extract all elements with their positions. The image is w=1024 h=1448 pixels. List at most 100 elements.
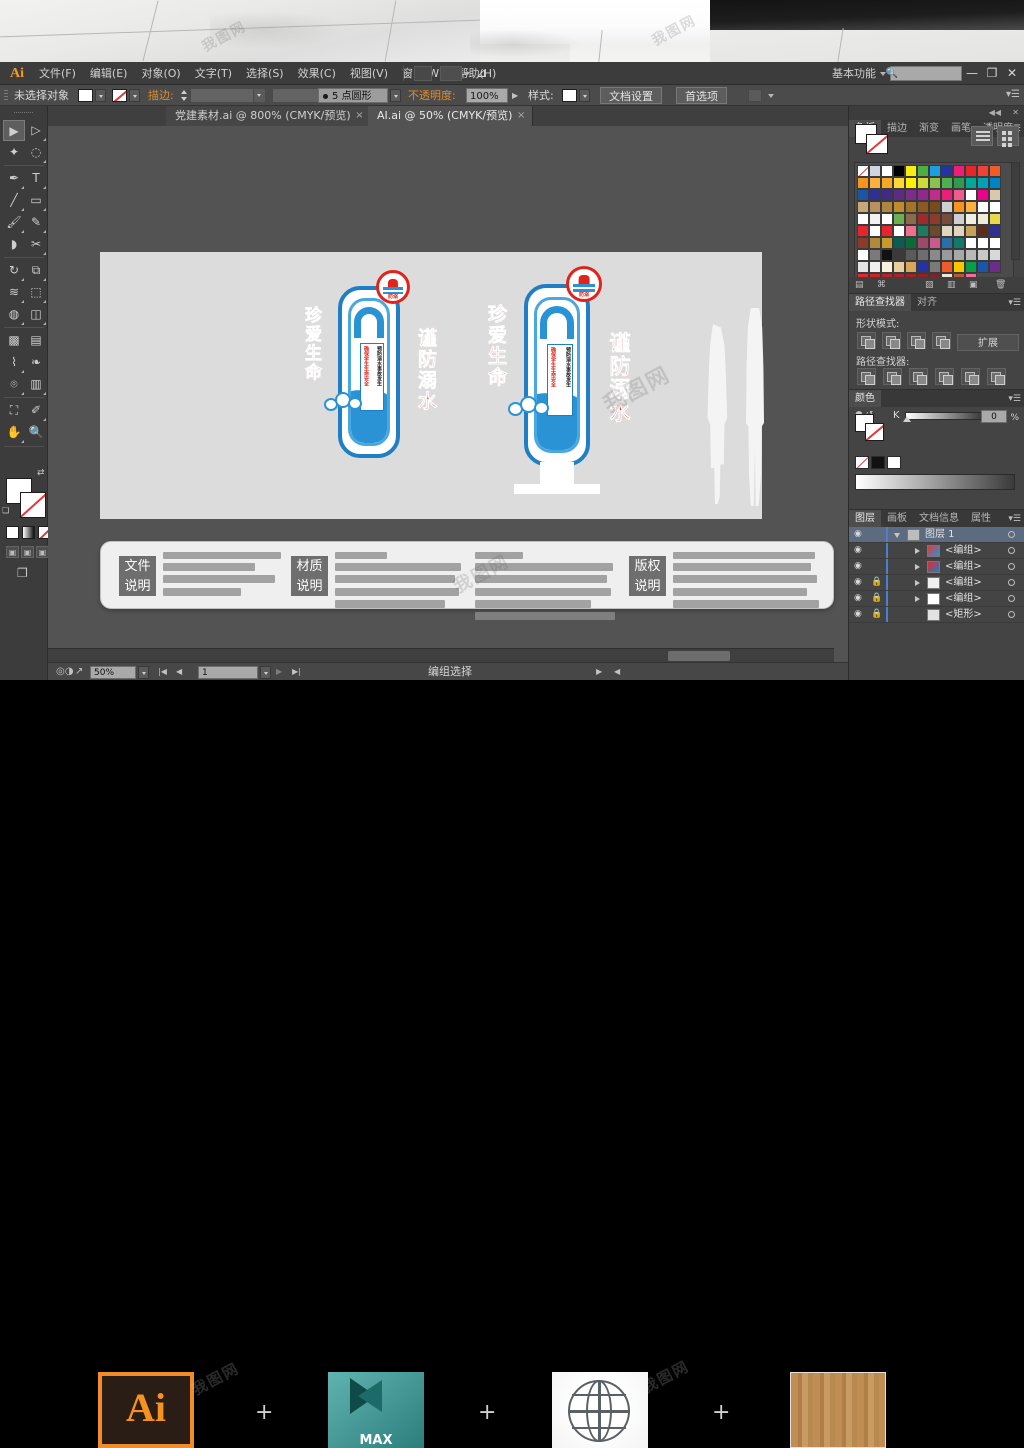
color-panel-menu-icon[interactable]: ▾☰: [1008, 394, 1021, 404]
swatch-cell[interactable]: [881, 189, 893, 201]
swatch-libraries-icon[interactable]: ▤: [855, 280, 864, 290]
swatch-cell[interactable]: [977, 177, 989, 189]
opacity-flyout-icon[interactable]: ▶: [512, 91, 518, 100]
stroke-dropdown-icon[interactable]: [129, 89, 140, 102]
layers-panel-menu-icon[interactable]: ▾☰: [1008, 514, 1021, 524]
swatch-cell[interactable]: [857, 225, 869, 237]
minus-back-button[interactable]: [987, 368, 1006, 385]
shape-builder-tool[interactable]: ◍: [3, 304, 25, 325]
trim-button[interactable]: [883, 368, 902, 385]
gradient-mode-button[interactable]: [22, 526, 35, 539]
workspace-switcher[interactable]: 基本功能: [832, 62, 876, 85]
swatch-cell[interactable]: [905, 237, 917, 249]
paintbrush-tool[interactable]: 🖌: [3, 212, 25, 233]
color-white-swatch[interactable]: [887, 456, 901, 469]
swatch-cell[interactable]: [881, 165, 893, 177]
unite-button[interactable]: [857, 332, 876, 349]
selection-tool[interactable]: ▶: [3, 120, 25, 141]
layer-visibility-icon-0[interactable]: ◉: [854, 529, 862, 539]
menu-items[interactable]: 文件(F) 编辑(E) 对象(O) 文字(T) 选择(S) 效果(C) 视图(V…: [32, 62, 503, 85]
swatch-cell[interactable]: [941, 165, 953, 177]
swatch-cell[interactable]: [857, 261, 869, 273]
layers-list[interactable]: ◉ 图层 1 ◉ <编组> ◉ <编组> ◉ 🔒 <编组> ◉ 🔒 <编组> ◉…: [849, 527, 1024, 623]
status-prev-icon[interactable]: ◀: [614, 667, 620, 676]
dock-collapse-icon[interactable]: ◀◀: [989, 108, 1001, 117]
ctrl-extra-button[interactable]: [748, 89, 762, 102]
width-warp-tool[interactable]: ≋: [3, 282, 25, 303]
artboard-dropdown-icon[interactable]: [260, 666, 271, 679]
layer-name-0[interactable]: 图层 1: [925, 527, 955, 543]
column-graph-tool[interactable]: ▥: [25, 374, 47, 395]
eraser-scissors-tool[interactable]: ✂: [25, 234, 47, 255]
zoom-level-input[interactable]: 50%: [90, 666, 136, 679]
tab-document-info[interactable]: 文档信息: [913, 510, 965, 527]
swatch-cell[interactable]: [929, 225, 941, 237]
swatch-cell[interactable]: [953, 261, 965, 273]
default-fill-stroke-icon[interactable]: ❏: [2, 506, 9, 515]
layer-name-3[interactable]: <编组>: [945, 575, 982, 591]
fill-swatch[interactable]: [78, 89, 93, 102]
menu-select[interactable]: 选择(S): [239, 62, 291, 85]
gradient-tool[interactable]: ▤: [25, 330, 47, 351]
pen-tool[interactable]: ✒: [3, 168, 25, 189]
swatch-cell[interactable]: [953, 201, 965, 213]
swatch-cell[interactable]: [917, 225, 929, 237]
swatch-cell[interactable]: [881, 237, 893, 249]
blend-tool[interactable]: ❧: [25, 352, 47, 373]
tab-layers[interactable]: 图层: [849, 510, 881, 527]
zoom-tool[interactable]: 🔍: [25, 422, 47, 443]
scale-tool[interactable]: ⧉: [25, 260, 47, 281]
toolbox-grip[interactable]: [14, 110, 34, 115]
swatch-cell[interactable]: [893, 213, 905, 225]
canvas-hscroll-thumb[interactable]: [668, 651, 730, 661]
layer-lock-icon-5[interactable]: 🔒: [871, 609, 882, 619]
tab-gradient[interactable]: 渐变: [913, 120, 945, 137]
minimize-button[interactable]: —: [962, 64, 982, 83]
document-tab-1-close-icon[interactable]: ×: [517, 106, 525, 126]
swatch-cell[interactable]: [917, 237, 929, 249]
swatch-row[interactable]: [857, 165, 1011, 189]
layer-target-icon-5[interactable]: [1008, 611, 1015, 618]
swatch-cell[interactable]: [953, 213, 965, 225]
swatch-cell[interactable]: [893, 225, 905, 237]
intersect-button[interactable]: [907, 332, 926, 349]
swatch-cell[interactable]: [881, 177, 893, 189]
normal-screen-mode-button[interactable]: ▣: [6, 546, 19, 558]
layer-name-2[interactable]: <编组>: [945, 559, 982, 575]
layer-row-4[interactable]: ◉ 🔒 <编组>: [849, 591, 1024, 607]
menu-type[interactable]: 文字(T): [188, 62, 239, 85]
type-tool[interactable]: T: [25, 168, 47, 189]
canvas-area[interactable]: 珍爱生命 谨防溺水 预防溺水事故发生 确保学生生命安全 防溺 珍爱生命 谨防溺水…: [48, 126, 848, 662]
status-next-icon[interactable]: ▶: [596, 667, 602, 676]
swatches-list-view-button[interactable]: [971, 126, 993, 146]
swatch-cell[interactable]: [977, 189, 989, 201]
swatch-cell[interactable]: [989, 201, 1001, 213]
mesh-tool[interactable]: ▩: [3, 330, 25, 351]
layer-row-3[interactable]: ◉ 🔒 <编组>: [849, 575, 1024, 591]
slice-tool[interactable]: ✐: [25, 400, 47, 421]
show-swatch-kinds-icon[interactable]: ⌘: [877, 280, 886, 290]
swatch-cell[interactable]: [917, 249, 929, 261]
swatch-cell[interactable]: [977, 225, 989, 237]
swatch-cell[interactable]: [917, 261, 929, 273]
swatch-cell[interactable]: [857, 165, 869, 177]
swatch-cell[interactable]: [965, 237, 977, 249]
swatch-cell[interactable]: [893, 189, 905, 201]
layer-target-icon-0[interactable]: [1008, 531, 1015, 538]
style-dropdown-icon[interactable]: [579, 89, 590, 102]
swatch-cell[interactable]: [893, 237, 905, 249]
opacity-label[interactable]: 不透明度:: [408, 85, 456, 106]
swatch-cell[interactable]: [929, 201, 941, 213]
menu-object[interactable]: 对象(O): [134, 62, 187, 85]
document-tab-0-close-icon[interactable]: ×: [355, 106, 363, 126]
swatch-cell[interactable]: [917, 213, 929, 225]
swatch-cell[interactable]: [989, 189, 1001, 201]
swatch-cell[interactable]: [953, 165, 965, 177]
tab-color[interactable]: 颜色: [849, 390, 881, 407]
swatch-cell[interactable]: [857, 213, 869, 225]
swatches-fill-stroke[interactable]: [855, 124, 889, 156]
swatch-cell[interactable]: [953, 237, 965, 249]
rectangle-tool[interactable]: ▭: [25, 190, 47, 211]
layer-expand-icon-1[interactable]: [915, 548, 920, 554]
swatch-options-icon[interactable]: ▨: [925, 280, 934, 290]
